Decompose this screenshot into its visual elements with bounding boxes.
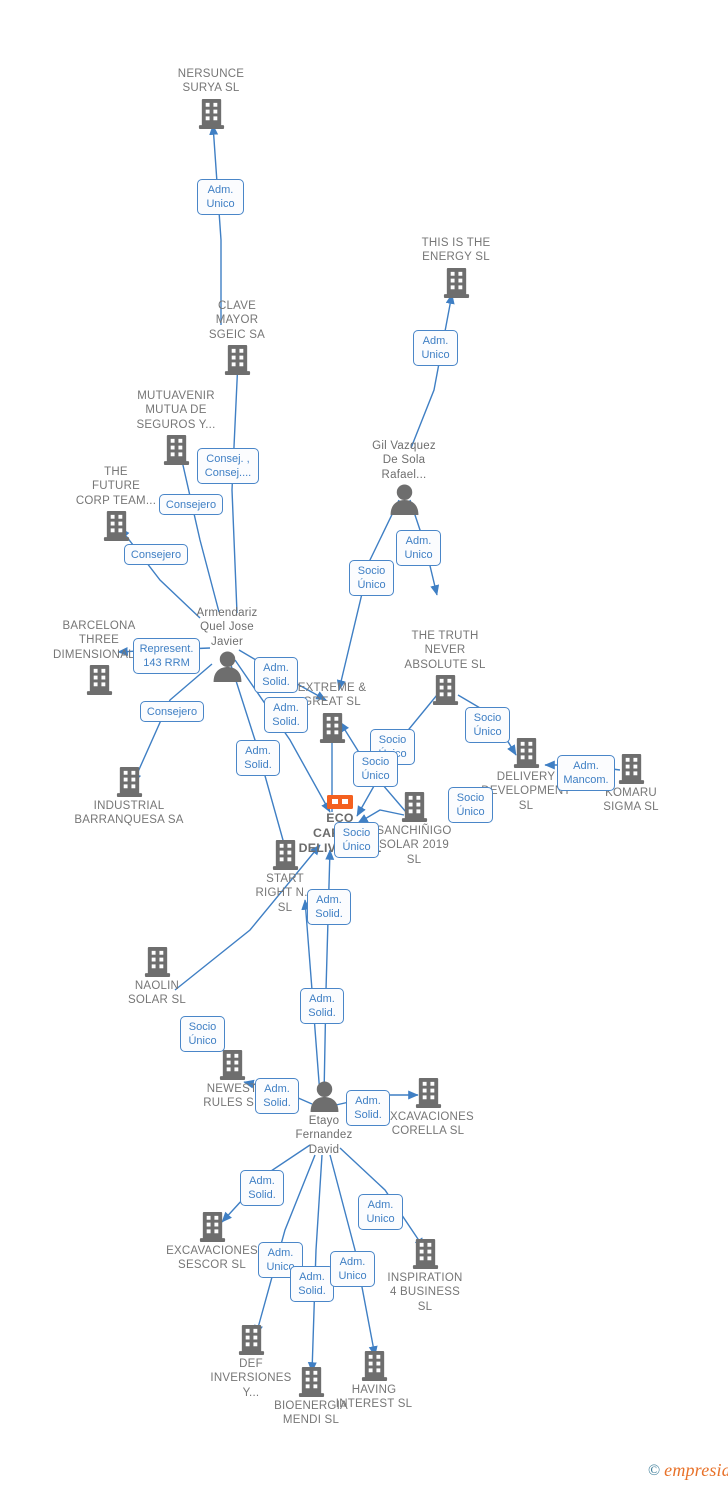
edge-label-armendariz-to-extremegreat[interactable]: Adm. Solid. [254,657,298,693]
company-icon [64,765,194,798]
edge-label-armendariz-to-clavemayor[interactable]: Consej. , Consej.... [197,448,259,484]
edge-label-etayo-to-excavcorella[interactable]: Adm. Solid. [346,1090,390,1126]
edge-label-armendariz-to-ecocapital[interactable]: Adm. Solid. [264,697,308,733]
edge-label-armendariz-to-industrialbq[interactable]: Consejero [140,701,204,722]
edge-label-gilvazquez-to-truthnever[interactable]: Adm. Unico [396,530,441,566]
edge-label-etayo-to-excavsescor[interactable]: Adm. Solid. [240,1170,284,1206]
node-thisisenergy[interactable]: THIS IS THE ENERGY SL [391,236,521,299]
edge-label-sanchinigo-to-extremegreat[interactable]: Socio Único [353,751,398,787]
edge-label-sanchinigo-to-ecocapital[interactable]: Socio Único [448,787,493,823]
company-icon [391,266,521,299]
network-diagram-canvas: NERSUNCE SURYA SL CLAVE MAYOR SGEIC SA MUT… [0,0,728,1500]
edge-label-armendariz-to-futurecorp[interactable]: Consejero [124,544,188,565]
company-icon [147,1210,277,1243]
company-icon [186,1323,316,1356]
node-label: NERSUNCE SURYA SL [177,67,245,95]
node-label: INDUSTRIAL BARRANQUESA SA [74,799,184,827]
edge-gilvazquez-to-thisisenergy [410,293,455,449]
node-inspiration4[interactable]: INSPIRATION 4 BUSINESS SL [360,1237,490,1315]
edge-label-etayo-to-inspiration4[interactable]: Adm. Unico [358,1194,403,1230]
edge-label-gilvazquez-to-extremegreat[interactable]: Socio Único [349,560,394,596]
edge-label-clavemayor-to-nersunce[interactable]: Adm. Unico [197,179,244,215]
node-nersunce[interactable]: NERSUNCE SURYA SL [146,67,276,130]
watermark: © empresia [648,1460,728,1481]
focus-company-icon [275,794,405,810]
company-icon [146,97,276,130]
edge-label-armendariz-to-barcelona3d[interactable]: Represent. 143 RRM [133,638,200,674]
watermark-brand-name: empresia [664,1460,728,1480]
node-havinginterest[interactable]: HAVING INTEREST SL [309,1349,439,1412]
node-label: HAVING INTEREST SL [335,1383,413,1411]
edge-label-etayo-to-ecocapital[interactable]: Adm. Solid. [300,988,344,1024]
company-icon [220,838,350,871]
edge-label-truthnever-to-deliverydev[interactable]: Socio Único [465,707,510,743]
company-icon [309,1349,439,1382]
edge-label-komarusigma-to-deliverydev[interactable]: Adm. Mancom. [557,755,615,791]
copyright-icon: © [648,1461,661,1479]
edge-label-naolinsolar-to-ecocapital[interactable]: Socio Único [180,1016,225,1052]
node-clavemayor[interactable]: CLAVE MAYOR SGEIC SA [172,299,302,377]
node-naolinsolar[interactable]: NAOLIN SOLAR SL [92,945,222,1008]
edge-label-armendariz-to-mutuavenir[interactable]: Consejero [159,494,223,515]
node-truthnever[interactable]: THE TRUTH NEVER ABSOLUTE SL [380,629,510,707]
company-icon [167,1048,297,1081]
node-gilvazquez[interactable]: Gil Vazquez De Sola Rafael... [339,439,469,517]
node-label: MUTUAVENIR MUTUA DE SEGUROS Y... [136,389,216,431]
edge-label-etayo-to-bioenergia[interactable]: Adm. Solid. [290,1266,334,1302]
node-label: INSPIRATION 4 BUSINESS SL [387,1271,463,1313]
edge-label-etayo-to-newestrules[interactable]: Adm. Solid. [255,1078,299,1114]
company-icon [92,945,222,978]
company-icon [360,1237,490,1270]
edge-label-etayo-to-startright[interactable]: Adm. Solid. [307,889,351,925]
node-label: THE TRUTH NEVER ABSOLUTE SL [404,629,486,671]
node-label: CLAVE MAYOR SGEIC SA [208,299,266,341]
person-icon [339,483,469,516]
node-industrialbq[interactable]: INDUSTRIAL BARRANQUESA SA [64,765,194,828]
edge-clavemayor-to-nersunce [209,124,222,325]
edge-label-gilvazquez-to-thisisenergy[interactable]: Adm. Unico [413,330,458,366]
edge-label-ecocapital-to-extremegreat[interactable]: Socio Único [334,822,379,858]
edge-label-etayo-to-havinginterest[interactable]: Adm. Unico [330,1251,375,1287]
company-icon [380,673,510,706]
company-icon [172,343,302,376]
edge-label-armendariz-to-startright[interactable]: Adm. Solid. [236,740,280,776]
node-label: THIS IS THE ENERGY SL [421,236,491,264]
node-label: Gil Vazquez De Sola Rafael... [372,439,436,481]
node-label: NAOLIN SOLAR SL [127,979,187,1007]
